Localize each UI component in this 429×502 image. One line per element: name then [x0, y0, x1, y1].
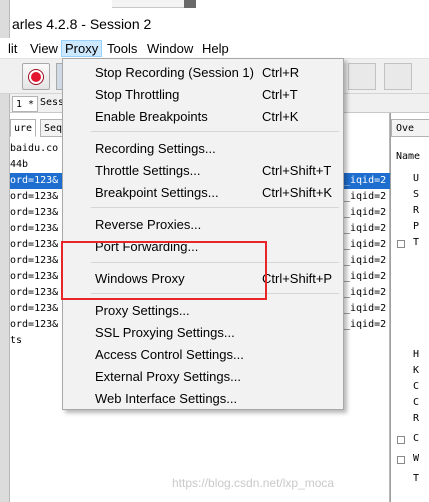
menu-item-label: Web Interface Settings...: [95, 391, 238, 406]
menu-item-label: Stop Throttling: [95, 87, 180, 102]
menu-item-web-interface-settings[interactable]: Web Interface Settings...: [63, 388, 343, 410]
tree-toggle-icon[interactable]: [397, 240, 405, 248]
menu-item-throttle-settings[interactable]: Throttle Settings... Ctrl+Shift+T: [63, 160, 343, 182]
row-url: ord=123&: [10, 271, 59, 282]
tab-overview[interactable]: Ove: [391, 119, 429, 137]
menu-item-enable-breakpoints[interactable]: Enable Breakpoints Ctrl+K: [63, 106, 343, 128]
menu-item-label: Proxy Settings...: [95, 303, 190, 318]
menu-tools[interactable]: Tools: [104, 40, 140, 57]
row-url-tail: _iqid=2: [344, 207, 387, 218]
row-url: ord=123&: [10, 175, 59, 186]
menu-item-recording-settings[interactable]: Recording Settings...: [63, 138, 343, 160]
overview-item[interactable]: C: [413, 397, 419, 408]
overview-item[interactable]: C: [413, 381, 419, 392]
overview-pane: Ove Name USRPTHKCCRCWT: [390, 113, 429, 502]
watermark: https://blog.csdn.net/lxp_moca: [172, 476, 335, 490]
menu-item-label: Reverse Proxies...: [95, 217, 202, 232]
window-title: arles 4.2.8 - Session 2: [12, 16, 152, 32]
menu-item-label: Stop Recording (Session 1): [95, 65, 254, 80]
menu-item-shortcut: Ctrl+T: [262, 87, 298, 102]
tab-structure[interactable]: ure: [10, 119, 37, 137]
menu-item-label: Enable Breakpoints: [95, 109, 208, 124]
overview-item[interactable]: P: [413, 221, 419, 232]
highlight-annotation: [61, 241, 267, 300]
overview-item[interactable]: K: [413, 365, 419, 376]
menu-proxy[interactable]: Proxy: [61, 40, 103, 57]
overview-item[interactable]: T: [413, 237, 419, 248]
menu-item-shortcut: Ctrl+Shift+K: [262, 185, 333, 200]
overview-item[interactable]: R: [413, 413, 419, 424]
overview-item[interactable]: U: [413, 173, 419, 184]
name-column-header: Name: [396, 151, 421, 162]
row-url-tail: _iqid=2: [344, 319, 387, 330]
row-url-tail: _iqid=2: [344, 303, 387, 314]
menu-item-stop-throttling[interactable]: Stop Throttling Ctrl+T: [63, 84, 343, 106]
overview-item[interactable]: W: [413, 453, 419, 464]
row-url-tail: _iqid=2: [344, 175, 387, 186]
session-tab[interactable]: 1 *: [12, 96, 39, 112]
menu-item-label: Throttle Settings...: [95, 163, 201, 178]
menu-item-label: Breakpoint Settings...: [95, 185, 219, 200]
row-url: ord=123&: [10, 239, 59, 250]
menu-item-shortcut: Ctrl+Shift+P: [262, 271, 333, 286]
menu-item-label: External Proxy Settings...: [95, 369, 241, 384]
menu-item-label: Recording Settings...: [95, 141, 216, 156]
menu-item-breakpoint-settings[interactable]: Breakpoint Settings... Ctrl+Shift+K: [63, 182, 343, 204]
overview-item[interactable]: S: [413, 189, 419, 200]
toolbar-button-right-1[interactable]: [348, 63, 376, 90]
overview-item[interactable]: H: [413, 349, 419, 360]
menu-help[interactable]: Help: [199, 40, 232, 57]
row-url: baidu.co: [10, 143, 59, 154]
menu-item-proxy-settings[interactable]: Proxy Settings...: [63, 300, 343, 322]
menu-item-shortcut: Ctrl+Shift+T: [262, 163, 332, 178]
row-url: ord=123&: [10, 223, 59, 234]
menu-item-shortcut: Ctrl+R: [262, 65, 300, 80]
tree-toggle-icon[interactable]: [397, 436, 405, 444]
menu-window[interactable]: Window: [144, 40, 196, 57]
row-url-tail: _iqid=2: [344, 223, 387, 234]
menu-item-shortcut: Ctrl+K: [262, 109, 299, 124]
row-url: ord=123&: [10, 207, 59, 218]
row-url: ord=123&: [10, 191, 59, 202]
background-window-edge: [112, 0, 184, 8]
title-bar: arles 4.2.8 - Session 2: [0, 0, 429, 38]
record-button[interactable]: [22, 63, 50, 90]
row-url-tail: _iqid=2: [344, 271, 387, 282]
menu-edit[interactable]: lit: [5, 40, 20, 57]
tree-toggle-icon[interactable]: [397, 456, 405, 464]
menu-item-label: Access Control Settings...: [95, 347, 244, 362]
overview-item[interactable]: T: [413, 473, 419, 484]
row-url-tail: _iqid=2: [344, 191, 387, 202]
row-url: ts: [10, 335, 23, 346]
menu-item-reverse-proxies[interactable]: Reverse Proxies...: [63, 214, 343, 236]
session-tab-next[interactable]: Sess: [40, 97, 64, 108]
menu-bar: lit View Proxy Tools Window Help: [0, 38, 429, 58]
row-url: ord=123&: [10, 255, 59, 266]
overview-item[interactable]: R: [413, 205, 419, 216]
menu-item-access-control-settings[interactable]: Access Control Settings...: [63, 344, 343, 366]
background-window-corner: [184, 0, 196, 8]
proxy-menu: Stop Recording (Session 1) Ctrl+R Stop Thr…: [62, 58, 344, 410]
row-url: ord=123&: [10, 319, 59, 330]
menu-item-external-proxy-settings[interactable]: External Proxy Settings...: [63, 366, 343, 388]
menu-item-label: SSL Proxying Settings...: [95, 325, 235, 340]
menu-item-ssl-proxying-settings[interactable]: SSL Proxying Settings...: [63, 322, 343, 344]
menu-view[interactable]: View: [27, 40, 61, 57]
row-url-tail: _iqid=2: [344, 239, 387, 250]
menu-separator: [91, 131, 339, 132]
menu-item-stop-recording[interactable]: Stop Recording (Session 1) Ctrl+R: [63, 62, 343, 84]
row-url-tail: _iqid=2: [344, 255, 387, 266]
overview-item[interactable]: C: [413, 433, 419, 444]
row-url: 44b: [10, 159, 29, 170]
row-url-tail: _iqid=2: [344, 287, 387, 298]
record-icon: [29, 70, 43, 84]
toolbar-button-right-2[interactable]: [384, 63, 412, 90]
row-url: ord=123&: [10, 303, 59, 314]
menu-separator: [91, 207, 339, 208]
row-url: ord=123&: [10, 287, 59, 298]
